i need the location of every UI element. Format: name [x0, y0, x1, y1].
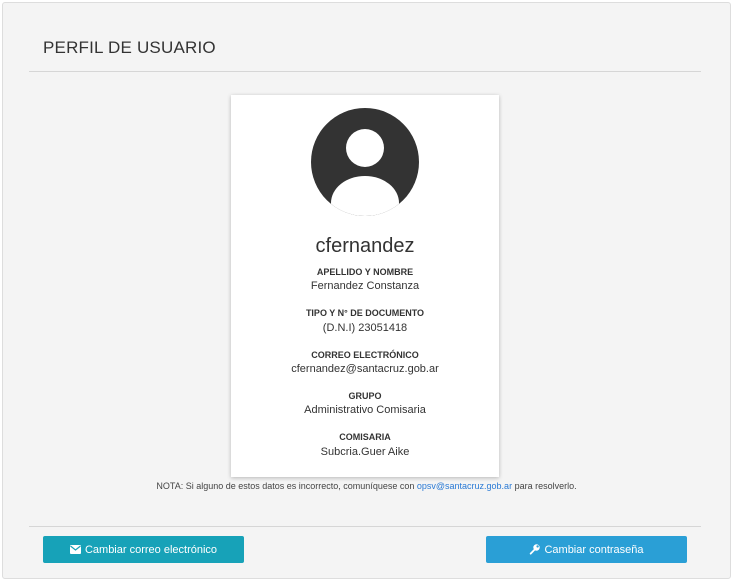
- correction-note: NOTA: Si alguno de estos datos es incorr…: [0, 481, 733, 491]
- change-password-button[interactable]: Cambiar contraseña: [486, 536, 687, 563]
- group-value: Administrativo Comisaria: [304, 404, 426, 416]
- change-email-button[interactable]: Cambiar correo electrónico: [43, 536, 244, 563]
- note-prefix: NOTA: Si alguno de estos datos es incorr…: [156, 481, 415, 491]
- email-label: CORREO ELECTRÓNICO: [311, 350, 419, 360]
- group-label: GRUPO: [348, 391, 382, 401]
- document-label: TIPO Y N° DE DOCUMENTO: [305, 308, 425, 318]
- email-value: cfernandez@santacruz.gob.ar: [291, 363, 439, 375]
- user-circle-icon: [311, 108, 419, 216]
- full-name-label: APELLIDO Y NOMBRE: [316, 267, 414, 277]
- note-suffix: para resolverlo.: [514, 481, 577, 491]
- station-label: COMISARIA: [339, 432, 391, 442]
- change-password-label: Cambiar contraseña: [544, 543, 644, 556]
- wrench-icon: [530, 544, 541, 555]
- footer-divider: [29, 526, 701, 527]
- full-name-value: Fernandez Constanza: [310, 280, 420, 292]
- profile-card: cfernandez APELLIDO Y NOMBRE Fernandez C…: [231, 95, 499, 477]
- support-email-link[interactable]: opsv@santacruz.gob.ar: [417, 481, 512, 491]
- page-title: PERFIL DE USUARIO: [43, 38, 216, 57]
- change-email-label: Cambiar correo electrónico: [84, 543, 218, 556]
- header-divider: [29, 71, 701, 72]
- envelope-icon: [69, 545, 81, 554]
- profile-username: cfernandez: [315, 235, 415, 257]
- document-value: (D.N.I) 23051418: [322, 322, 408, 334]
- station-value: Subcria.Guer Aike: [320, 446, 410, 458]
